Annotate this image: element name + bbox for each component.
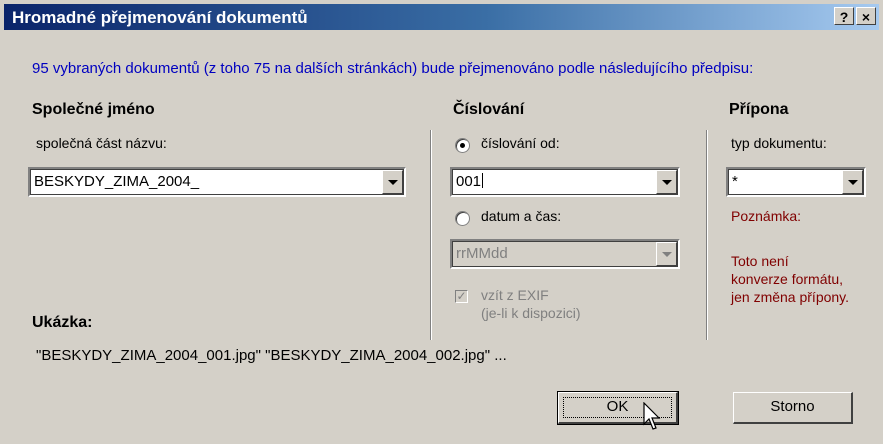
chevron-down-icon bbox=[656, 242, 677, 266]
close-button[interactable]: × bbox=[856, 7, 876, 25]
common-name-label: společná část názvu: bbox=[36, 135, 167, 151]
extension-combo[interactable]: * bbox=[726, 167, 866, 197]
note-title: Poznámka: bbox=[731, 208, 802, 224]
separator-left bbox=[430, 130, 432, 340]
preview-text: "BESKYDY_ZIMA_2004_001.jpg" "BESKYDY_ZIM… bbox=[36, 347, 507, 364]
note-line-1: Toto není bbox=[731, 253, 789, 269]
radio-dot bbox=[460, 143, 465, 148]
help-button[interactable]: ? bbox=[834, 7, 854, 25]
datetime-format-value: rrMMdd bbox=[456, 245, 508, 262]
title-bar[interactable]: Hromadné přejmenování dokumentů ? × bbox=[4, 4, 879, 30]
number-start-combo[interactable]: 001 bbox=[450, 167, 680, 197]
note-line-3: jen změna přípony. bbox=[731, 289, 850, 305]
common-name-value: BESKYDY_ZIMA_2004_ bbox=[34, 173, 200, 190]
radio-datetime[interactable] bbox=[455, 211, 470, 226]
datetime-format-combo: rrMMdd bbox=[450, 239, 680, 269]
extension-label: typ dokumentu: bbox=[731, 135, 827, 151]
common-name-title: Společné jméno bbox=[32, 101, 155, 118]
common-name-combo[interactable]: BESKYDY_ZIMA_2004_ bbox=[28, 167, 406, 197]
numbering-title: Číslování bbox=[453, 101, 525, 118]
extension-title: Přípona bbox=[729, 101, 789, 118]
preview-title: Ukázka: bbox=[32, 314, 93, 331]
number-start-value: 001 bbox=[456, 173, 484, 190]
info-text: 95 vybraných dokumentů (z toho 75 na dal… bbox=[32, 60, 754, 77]
exif-checkbox[interactable]: ✓ bbox=[455, 290, 468, 303]
exif-sublabel: (je-li k dispozici) bbox=[481, 305, 581, 321]
exif-label: vzít z EXIF bbox=[481, 287, 549, 303]
cancel-button[interactable]: Storno bbox=[733, 392, 853, 424]
chevron-down-icon[interactable] bbox=[656, 170, 677, 194]
radio-number-from[interactable] bbox=[455, 138, 470, 153]
chevron-down-icon[interactable] bbox=[382, 170, 403, 194]
radio-number-from-label[interactable]: číslování od: bbox=[481, 135, 560, 151]
cancel-button-label: Storno bbox=[770, 398, 815, 415]
rename-dialog: Hromadné přejmenování dokumentů ? × 95 v… bbox=[0, 0, 883, 444]
mouse-pointer-icon bbox=[643, 402, 661, 430]
radio-datetime-label[interactable]: datum a čas: bbox=[481, 208, 561, 224]
chevron-down-icon[interactable] bbox=[842, 170, 863, 194]
window-title: Hromadné přejmenování dokumentů bbox=[12, 8, 308, 27]
note-line-2: konverze formátu, bbox=[731, 271, 844, 287]
extension-value: * bbox=[732, 173, 738, 190]
separator-right bbox=[706, 130, 708, 340]
